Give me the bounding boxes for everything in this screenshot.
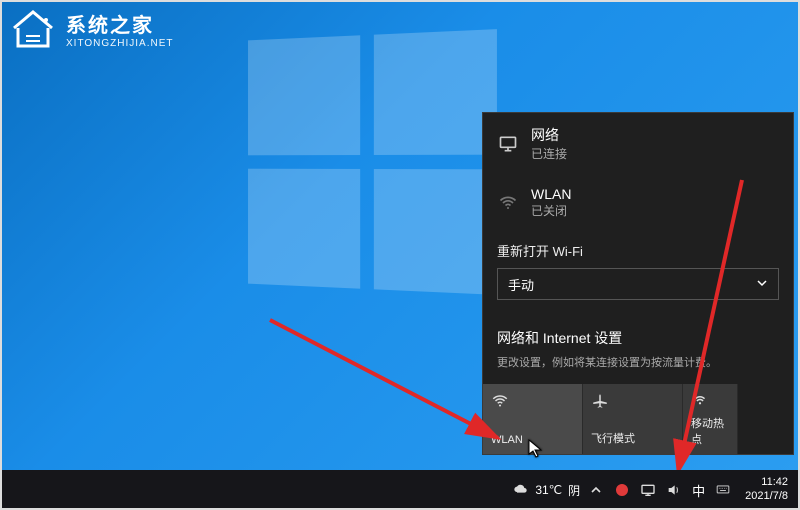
chevron-down-icon xyxy=(756,277,768,292)
weather-word: 阴 xyxy=(568,482,580,499)
network-tray-icon[interactable] xyxy=(640,482,656,498)
network-title: 网络 xyxy=(531,125,567,145)
network-ethernet-item[interactable]: 网络 已连接 xyxy=(483,113,793,174)
record-indicator-icon[interactable] xyxy=(614,482,630,498)
taskbar: 31℃ 阴 中 11:42 2021/7/8 xyxy=(0,470,800,510)
clock-time: 11:42 xyxy=(745,476,788,490)
house-icon xyxy=(8,6,58,52)
tray-chevron-up-icon[interactable] xyxy=(588,482,604,498)
wifi-icon xyxy=(491,392,574,415)
system-tray: 中 11:42 2021/7/8 xyxy=(588,476,792,504)
reopen-wifi-dropdown[interactable]: 手动 xyxy=(497,268,779,300)
watermark-subtitle: XITONGZHIJIA.NET xyxy=(66,38,174,49)
clock-date: 2021/7/8 xyxy=(745,490,788,504)
airplane-icon xyxy=(591,392,674,415)
tile-hotspot-label: 移动热点 xyxy=(691,415,729,447)
network-settings-link[interactable]: 网络和 Internet 设置 xyxy=(483,310,793,350)
reopen-wifi-label: 重新打开 Wi-Fi xyxy=(483,231,793,264)
wifi-disabled-icon xyxy=(497,193,519,213)
tile-airplane[interactable]: 飞行模式 xyxy=(583,384,683,454)
site-watermark: 系统之家 XITONGZHIJIA.NET xyxy=(8,6,174,52)
network-flyout-panel: 网络 已连接 WLAN 已关闭 重新打开 Wi-Fi 手动 网络和 Intern… xyxy=(482,112,794,455)
volume-icon[interactable] xyxy=(666,482,682,498)
wlan-title: WLAN xyxy=(531,186,571,202)
cloud-icon xyxy=(513,482,529,498)
keyboard-icon[interactable] xyxy=(715,482,731,498)
network-settings-hint: 更改设置，例如将某连接设置为按流量计费。 xyxy=(483,350,793,384)
monitor-icon xyxy=(497,134,519,154)
temperature-text: 31℃ xyxy=(535,483,562,497)
network-wlan-item[interactable]: WLAN 已关闭 xyxy=(483,174,793,231)
ime-indicator[interactable]: 中 xyxy=(692,481,705,500)
watermark-title: 系统之家 xyxy=(66,9,174,38)
wlan-status: 已关闭 xyxy=(531,202,571,219)
windows-logo xyxy=(248,29,497,295)
weather-widget[interactable]: 31℃ 阴 xyxy=(513,482,580,499)
taskbar-clock[interactable]: 11:42 2021/7/8 xyxy=(741,476,792,504)
mouse-cursor xyxy=(528,439,544,464)
tile-hotspot[interactable]: 移动热点 xyxy=(683,384,738,454)
network-status: 已连接 xyxy=(531,145,567,162)
hotspot-icon xyxy=(691,392,729,415)
desktop-wallpaper: 系统之家 XITONGZHIJIA.NET 网络 已连接 W xyxy=(0,0,800,470)
dropdown-value: 手动 xyxy=(508,275,534,294)
tile-airplane-label: 飞行模式 xyxy=(591,430,674,446)
